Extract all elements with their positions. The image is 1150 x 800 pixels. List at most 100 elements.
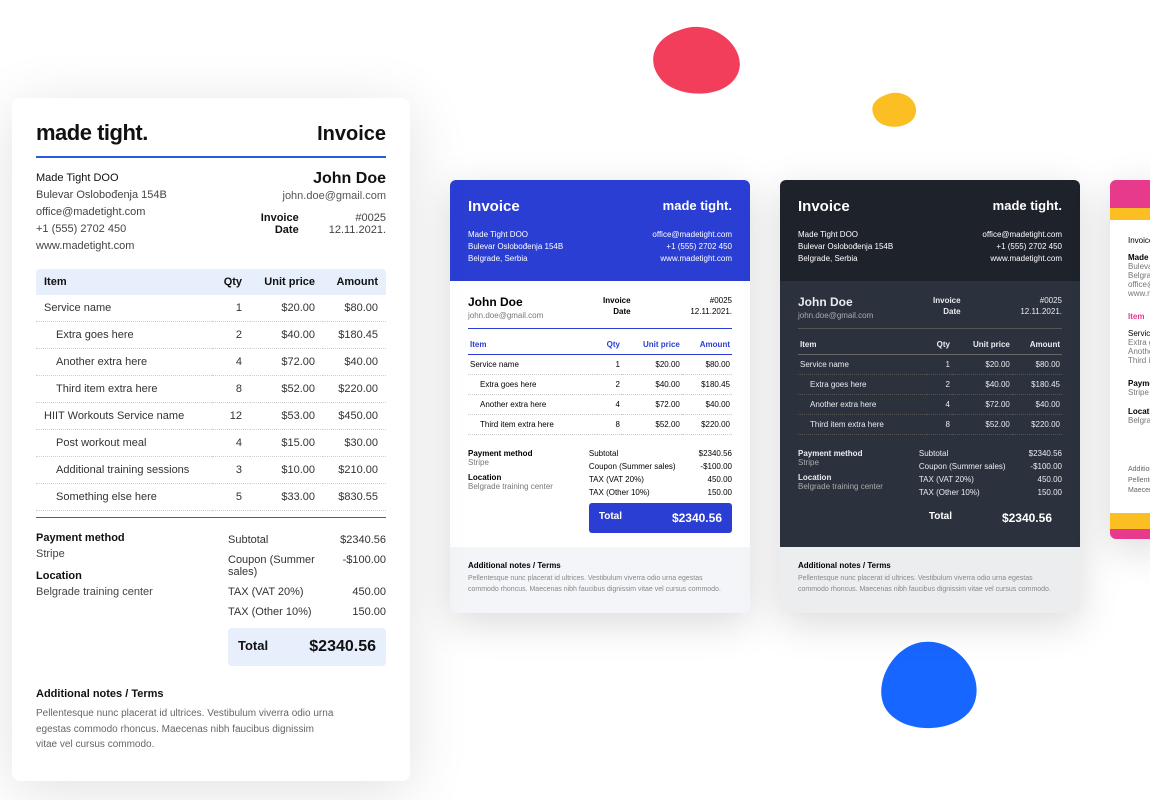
item-amount: $180.45 bbox=[682, 375, 732, 395]
line-item: Post workout meal4$15.00$30.00 bbox=[36, 430, 386, 457]
company-name: Made Tight DOO bbox=[1128, 253, 1150, 262]
client-name: John Doe bbox=[468, 295, 543, 309]
decorative-blob-red bbox=[640, 22, 750, 102]
company-site: www.madetight.com bbox=[1128, 289, 1150, 298]
payment-method-value: Stripe bbox=[36, 548, 204, 560]
item-name: Third item extra here bbox=[468, 415, 597, 435]
col-amount: Amount bbox=[682, 335, 732, 355]
invoice-date: 12.11.2021. bbox=[329, 224, 386, 236]
item-qty: 1 bbox=[212, 295, 250, 322]
line-item: Third item extra here8$52.00$220.00 bbox=[798, 415, 1062, 435]
brand-logo: made tight. bbox=[993, 198, 1062, 213]
tax-other-value: 150.00 bbox=[352, 606, 386, 618]
doc-title: Invoice bbox=[317, 123, 386, 146]
item-name: Another extra here bbox=[36, 349, 212, 376]
invoice-label: Invoice bbox=[933, 295, 961, 306]
item-qty: 4 bbox=[597, 395, 622, 415]
col-qty: Qty bbox=[927, 335, 952, 355]
decorative-blob-blue bbox=[868, 636, 988, 736]
line-item: Additional training sessions3$10.00$210.… bbox=[36, 457, 386, 484]
coupon-value: -$100.00 bbox=[343, 554, 386, 578]
total-value: $2340.56 bbox=[309, 638, 376, 656]
item-qty: 4 bbox=[212, 430, 250, 457]
col-amount: Amount bbox=[323, 269, 386, 295]
item-amount: $220.00 bbox=[682, 415, 732, 435]
payment-method-label: Payment method bbox=[1128, 379, 1150, 388]
invoice-frag: Invoice # bbox=[1128, 236, 1150, 245]
item-qty: 3 bbox=[212, 457, 250, 484]
notes-body-frag1: Pellentesqu bbox=[1128, 477, 1150, 484]
col-item: Item bbox=[1128, 312, 1150, 321]
payment-method-label: Payment method bbox=[798, 449, 909, 458]
item-unit: $52.00 bbox=[250, 376, 323, 403]
col-unit: Unit price bbox=[622, 335, 682, 355]
col-qty: Qty bbox=[597, 335, 622, 355]
invoice-date: 12.11.2021. bbox=[1020, 307, 1062, 316]
col-item: Item bbox=[468, 335, 597, 355]
company-address: Bulevar Oslobođenja 154B bbox=[798, 241, 893, 253]
notes-title-frag: Additional bbox=[1128, 466, 1150, 473]
company-site: www.madetight.com bbox=[36, 238, 167, 255]
company-name: Made Tight DOO bbox=[798, 229, 893, 241]
company-site: www.madetight.com bbox=[652, 253, 732, 265]
line-item: Something else here5$33.00$830.55 bbox=[36, 484, 386, 511]
company-address: Bulevar Oslobođenja 154B bbox=[36, 187, 167, 204]
client-name: John Doe bbox=[798, 295, 873, 309]
item-qty: 2 bbox=[212, 322, 250, 349]
invoice-date: 12.11.2021. bbox=[690, 307, 732, 316]
location-frag: Locatio bbox=[1128, 407, 1150, 416]
line-item: HIIT Workouts Service name12$53.00$450.0… bbox=[36, 403, 386, 430]
line-item: Another extra here4$72.00$40.00 bbox=[468, 395, 732, 415]
invoice-card-dark: Invoice made tight. Made Tight DOO Bulev… bbox=[780, 180, 1080, 613]
invoice-card-blue: Invoice made tight. Made Tight DOO Bulev… bbox=[450, 180, 750, 613]
item-unit: $40.00 bbox=[250, 322, 323, 349]
col-item: Item bbox=[798, 335, 927, 355]
line-item: Service name1$20.00$80.00 bbox=[798, 355, 1062, 375]
notes-title: Additional notes / Terms bbox=[468, 561, 732, 570]
payment-method-label: Payment method bbox=[468, 449, 579, 458]
item-name: Additional training sessions bbox=[36, 457, 212, 484]
client-email: john.doe@gmail.com bbox=[468, 311, 543, 320]
col-unit: Unit price bbox=[952, 335, 1012, 355]
item-amount: $40.00 bbox=[323, 349, 386, 376]
service-frag: Service na bbox=[1128, 329, 1150, 338]
item-unit: $15.00 bbox=[250, 430, 323, 457]
col-amount: Amount bbox=[1012, 335, 1062, 355]
invoice-number: #0025 bbox=[1040, 296, 1062, 305]
item-qty: 8 bbox=[212, 376, 250, 403]
invoice-label: Invoice bbox=[261, 212, 299, 224]
item-name: Extra goes here bbox=[36, 322, 212, 349]
date-label: Date bbox=[933, 306, 961, 317]
location-value: Belgrade training center bbox=[36, 586, 204, 598]
location-label: Location bbox=[468, 473, 579, 482]
item-name: Extra goes here bbox=[468, 375, 597, 395]
item-name: Something else here bbox=[36, 484, 212, 511]
line-item: Extra goes here2$40.00$180.45 bbox=[36, 322, 386, 349]
item-amount: $80.00 bbox=[682, 355, 732, 375]
line-item: Third item extra here8$52.00$220.00 bbox=[36, 376, 386, 403]
company-city: Belgrade, Serbia bbox=[798, 253, 893, 265]
line-item: Another extra here4$72.00$40.00 bbox=[798, 395, 1062, 415]
line-item: Third item extra here8$52.00$220.00 bbox=[468, 415, 732, 435]
brand-logo: made tight. bbox=[36, 120, 148, 146]
client-email: john.doe@gmail.com bbox=[261, 190, 386, 202]
company-email: office@madetight.com bbox=[36, 204, 167, 221]
item-name: Third item extra here bbox=[798, 415, 927, 435]
item-amount: $40.00 bbox=[1012, 395, 1062, 415]
item-amount: $30.00 bbox=[323, 430, 386, 457]
item-qty: 4 bbox=[212, 349, 250, 376]
client-email: john.doe@gmail.com bbox=[798, 311, 873, 320]
date-label: Date bbox=[603, 306, 631, 317]
company-address: Bulevar Oslobođenja 154B bbox=[468, 241, 563, 253]
item-unit: $20.00 bbox=[250, 295, 323, 322]
company-phone: +1 (555) 2702 450 bbox=[652, 241, 732, 253]
item-qty: 8 bbox=[927, 415, 952, 435]
item-unit: $72.00 bbox=[952, 395, 1012, 415]
item-name: HIIT Workouts Service name bbox=[36, 403, 212, 430]
total-value: $2340.56 bbox=[1002, 511, 1052, 525]
location-value: Belgrade training center bbox=[798, 482, 909, 491]
location-label: Location bbox=[798, 473, 909, 482]
notes-title: Additional notes / Terms bbox=[798, 561, 1062, 570]
line-item: Service name1$20.00$80.00 bbox=[468, 355, 732, 375]
item-amount: $180.45 bbox=[1012, 375, 1062, 395]
